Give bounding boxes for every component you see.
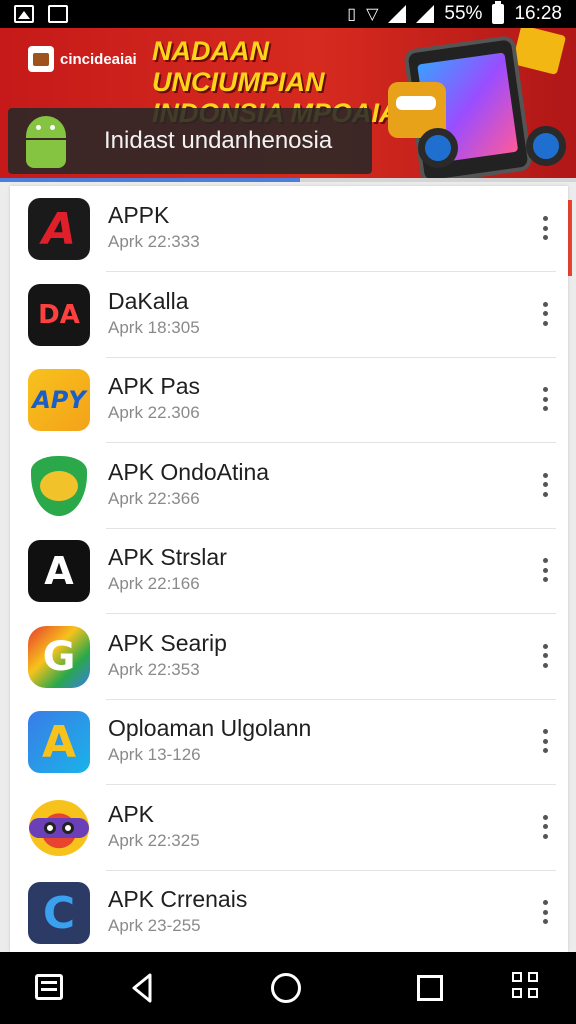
signal-icon-2 (416, 5, 435, 23)
scroll-indicator (568, 200, 572, 276)
app-version: Aprk 22.306 (108, 403, 200, 422)
app-triangle-icon: A (28, 711, 90, 773)
status-bar: ▯ ▽ 55% 16:28 (0, 0, 576, 28)
store-notification-icon (48, 5, 68, 23)
app-c-icon: C (28, 882, 90, 944)
sign-illustration (511, 28, 567, 75)
app-version: Aprk 22:166 (108, 574, 200, 593)
navigation-bar (0, 952, 576, 1024)
overflow-menu-icon[interactable] (540, 472, 550, 497)
app-name: APK Searip (108, 629, 227, 656)
battery-icon (492, 1, 505, 24)
progress-track (0, 178, 576, 182)
notes-button[interactable] (32, 970, 68, 1006)
app-name: APPK (108, 202, 170, 228)
wheel-illustration-2 (526, 126, 566, 166)
app-eyes-icon (28, 796, 90, 859)
app-shield-icon (28, 454, 90, 517)
app-list-item[interactable]: A Oploaman Ulgolann Aprk 13-126 (10, 699, 568, 785)
banner-search-bar[interactable]: Inidast undanhenosia (8, 108, 372, 174)
app-name: APK Strslar (108, 544, 227, 570)
overflow-menu-icon[interactable] (540, 558, 550, 582)
brand: cincideaiai (28, 46, 137, 72)
banner-search-text: Inidast undanhenosia (104, 127, 333, 154)
vibrate-icon: ▯ (347, 6, 357, 23)
overflow-menu-icon[interactable] (540, 216, 550, 240)
app-a-icon: A (28, 198, 90, 260)
overflow-menu-icon[interactable] (540, 643, 550, 668)
home-button[interactable] (268, 970, 304, 1006)
app-list-item[interactable]: A APK Strslar Aprk 22:166 (10, 528, 568, 614)
brand-logo-icon (28, 46, 54, 72)
app-version: Aprk 22:353 (108, 659, 200, 679)
promo-banner[interactable]: cincideaiai NADAAN UNCIUMPIAN INDONSIA M… (0, 28, 576, 178)
app-list-item[interactable]: DA DaKalla Aprk 18:305 (10, 272, 568, 358)
app-list: A APPK Aprk 22:333 DA DaKalla Aprk 18:305 APY A… (10, 186, 568, 952)
clock: 16:28 (514, 3, 562, 24)
app-list-item[interactable]: APK OndoAtina Aprk 22:366 (10, 443, 568, 529)
app-version: Aprk 22:325 (108, 830, 200, 850)
app-name: APK Pas (108, 373, 201, 399)
app-name: APK (108, 800, 155, 827)
gallery-notification-icon (14, 5, 34, 23)
overflow-menu-icon[interactable] (540, 301, 550, 326)
app-name: DaKalla (108, 287, 189, 314)
app-version: Aprk 22:366 (108, 488, 200, 508)
app-version: Aprk 23-255 (108, 916, 201, 935)
app-name: APK Crrenais (108, 886, 248, 912)
overflow-menu-icon[interactable] (540, 814, 550, 839)
app-list-item[interactable]: C APK Crrenais Aprk 23-255 (10, 870, 568, 952)
app-version: Aprk 22:333 (108, 232, 200, 251)
back-button[interactable] (126, 970, 162, 1006)
app-apy-icon: APY (28, 369, 90, 431)
overflow-menu-icon[interactable] (540, 387, 550, 411)
android-icon (8, 108, 78, 174)
battery-percent: 55% (444, 3, 483, 24)
app-dark-icon: A (28, 540, 90, 602)
app-version: Aprk 18:305 (108, 317, 200, 337)
app-list-item[interactable]: APY APK Pas Aprk 22.306 (10, 357, 568, 443)
signal-icon (388, 5, 407, 23)
app-name: APK OndoAtina (108, 458, 270, 485)
brand-name: cincideaiai (60, 50, 137, 68)
app-list-item[interactable]: A APPK Aprk 22:333 (10, 186, 568, 272)
overflow-menu-icon[interactable] (540, 900, 550, 924)
overflow-menu-icon[interactable] (540, 729, 550, 753)
apps-grid-button[interactable] (510, 970, 546, 1006)
app-list-item[interactable]: G APK Searip Aprk 22:353 (10, 614, 568, 700)
app-version: Aprk 13-126 (108, 745, 201, 764)
wheel-illustration (418, 128, 458, 168)
progress-fill (0, 178, 300, 182)
app-list-item[interactable]: APK Aprk 22:325 (10, 785, 568, 871)
wifi-icon: ▽ (366, 6, 379, 23)
app-name: Oploaman Ulgolann (108, 715, 312, 741)
app-da-icon: DA (28, 283, 90, 346)
overview-button[interactable] (412, 970, 448, 1006)
app-g-icon: G (28, 625, 90, 688)
